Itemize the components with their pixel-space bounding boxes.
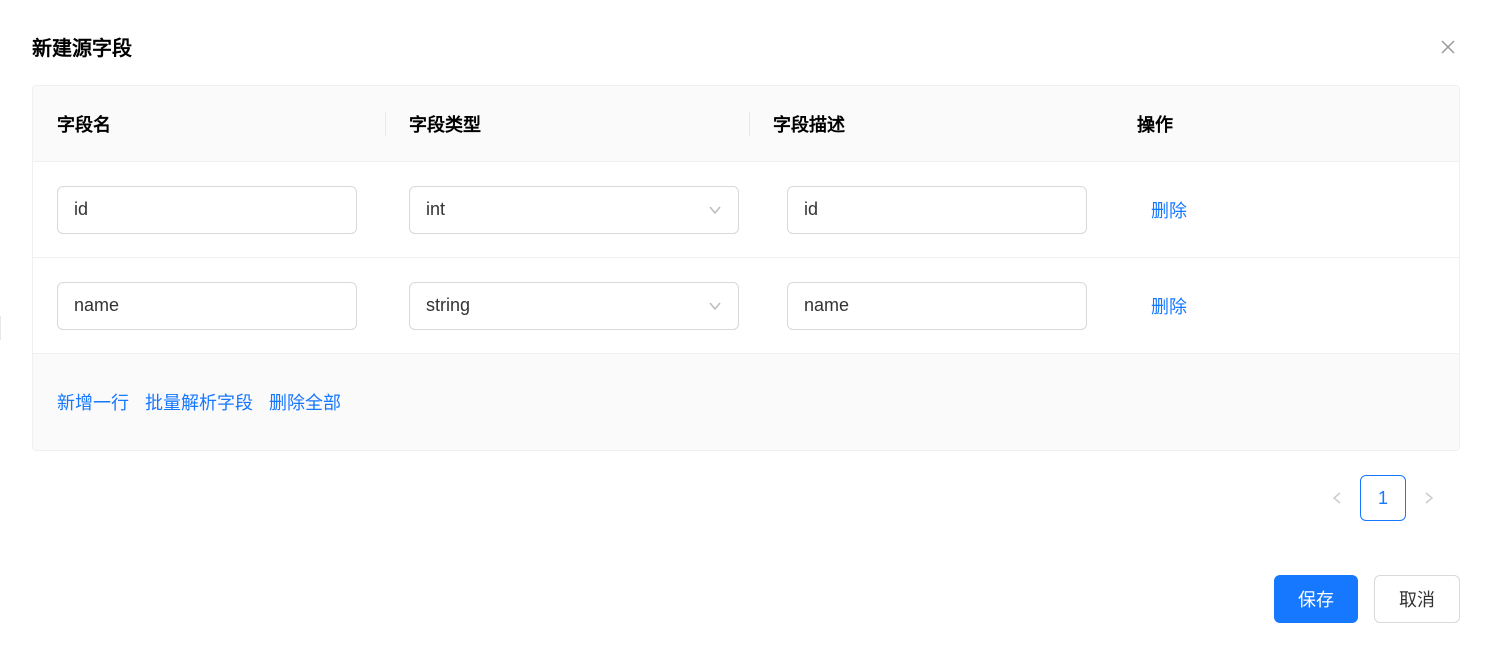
table-row: string 删除: [33, 258, 1459, 354]
delete-row-button[interactable]: 删除: [1151, 197, 1187, 223]
prev-page-icon[interactable]: [1330, 491, 1344, 505]
table-header-row: 字段名 字段类型 字段描述 操作: [33, 86, 1459, 162]
save-button[interactable]: 保存: [1274, 575, 1358, 623]
field-type-select[interactable]: int: [409, 186, 739, 234]
field-type-value: int: [426, 199, 445, 220]
next-page-icon[interactable]: [1422, 491, 1436, 505]
modal-footer: 保存 取消: [1274, 575, 1460, 623]
add-row-button[interactable]: 新增一行: [57, 389, 129, 415]
field-desc-input[interactable]: [787, 186, 1087, 234]
chevron-down-icon: [708, 203, 722, 217]
close-icon[interactable]: [1436, 35, 1460, 59]
field-name-input[interactable]: [57, 282, 357, 330]
modal-title: 新建源字段: [32, 32, 132, 61]
field-desc-input[interactable]: [787, 282, 1087, 330]
batch-parse-button[interactable]: 批量解析字段: [145, 389, 253, 415]
pagination: 1: [32, 475, 1460, 521]
field-name-input[interactable]: [57, 186, 357, 234]
th-action: 操作: [1137, 115, 1173, 135]
modal-header: 新建源字段: [32, 32, 1460, 61]
modal-container: 新建源字段 字段名 字段类型 字段描述 操作 int: [0, 0, 1492, 553]
page-number-button[interactable]: 1: [1360, 475, 1406, 521]
th-name: 字段名: [57, 115, 111, 135]
cancel-button[interactable]: 取消: [1374, 575, 1460, 623]
table-row: int 删除: [33, 162, 1459, 258]
chevron-down-icon: [708, 299, 722, 313]
th-type: 字段类型: [409, 115, 481, 135]
th-desc: 字段描述: [773, 115, 845, 135]
table-footer-actions: 新增一行 批量解析字段 删除全部: [33, 354, 1459, 450]
delete-row-button[interactable]: 删除: [1151, 293, 1187, 319]
field-type-select[interactable]: string: [409, 282, 739, 330]
fields-table: 字段名 字段类型 字段描述 操作 int 删除: [32, 85, 1460, 451]
field-type-value: string: [426, 295, 470, 316]
delete-all-button[interactable]: 删除全部: [269, 389, 341, 415]
